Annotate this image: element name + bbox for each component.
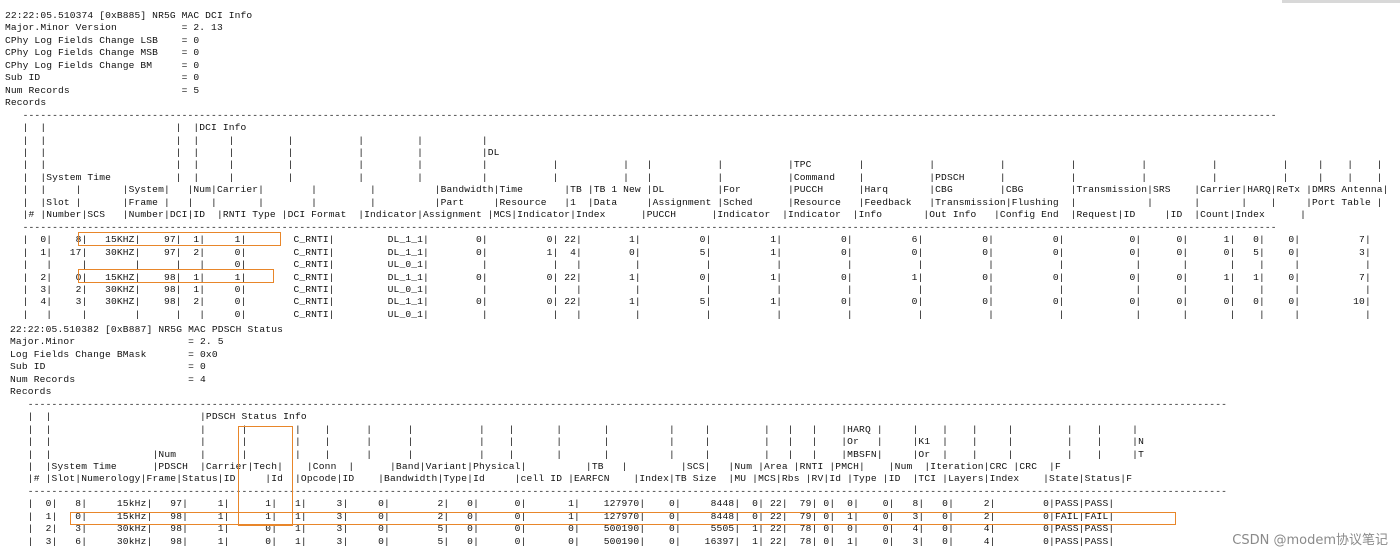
dci-line: Records	[5, 97, 47, 109]
dci-line: 22:22:05.510374 [0xB885] NR5G MAC DCI In…	[5, 10, 253, 21]
dci-line: | 4| 3| 30KHZ| 98| 2| 0| C_RNTI| DL_1_1|…	[5, 296, 1371, 308]
dci-line: | 1| 17| 30KHZ| 97| 2| 0| C_RNTI| DL_1_1…	[5, 246, 1371, 258]
pdsch-line: ----------------------------------------…	[10, 398, 1228, 410]
dci-line: ----------------------------------------…	[5, 109, 1277, 121]
pdsch-line: | 3| 6| 30kHz| 98| 1| 0| 1| 3| 0| 5| 0| …	[10, 535, 1115, 547]
dci-info-log: 22:22:05.510374 [0xB885] NR5G MAC DCI In…	[5, 10, 1389, 321]
pdsch-line: Log Fields Change BMask = 0x0	[10, 348, 218, 360]
pdsch-line: | 0| 8| 15kHz| 97| 1| 1| 1| 3| 0| 2| 0| …	[10, 498, 1115, 510]
dci-line: | |System Time | | | | | | | | | | | |Co…	[5, 171, 1383, 183]
pdsch-line: ----------------------------------------…	[10, 485, 1228, 497]
dci-line: | 2| 0| 15KHZ| 98| 1| 1| C_RNTI| DL_1_1|…	[5, 271, 1371, 283]
window-top-bar	[1282, 0, 1400, 3]
dci-line: CPhy Log Fields Change BM = 0	[5, 59, 200, 71]
dci-line: | | | |DCI Info	[5, 122, 247, 134]
dci-line: ----------------------------------------…	[5, 221, 1277, 233]
dci-line: | | | | | | 0| C_RNTI| UL_0_1| | | | | |…	[5, 259, 1371, 271]
pdsch-line: Sub ID = 0	[10, 361, 206, 373]
pdsch-line: 22:22:05.510382 [0xB887] NR5G MAC PDSCH …	[10, 324, 284, 335]
pdsch-line: |# |Slot|Numerology|Frame|Status|ID |Id …	[10, 473, 1133, 485]
dci-line: CPhy Log Fields Change MSB = 0	[5, 47, 200, 59]
pdsch-line: | | | | | | | | | | | | | | | | | |Or | …	[10, 436, 1145, 448]
dci-line: | | | | | | | | |	[5, 134, 488, 146]
pdsch-line: | 1| 0| 15kHz| 98| 1| 1| 1| 3| 0| 2| 0| …	[10, 510, 1115, 522]
pdsch-line: | | |PDSCH Status Info	[10, 411, 307, 423]
dci-line: | | | | | | | | |DL	[5, 146, 500, 158]
dci-line: | 0| 8| 15KHZ| 97| 1| 1| C_RNTI| DL_1_1|…	[5, 234, 1371, 246]
pdsch-status-log: 22:22:05.510382 [0xB887] NR5G MAC PDSCH …	[10, 324, 1227, 548]
watermark-text: CSDN @modem协议笔记	[1232, 533, 1388, 548]
dci-line: | | | | | | 0| C_RNTI| UL_0_1| | | | | |…	[5, 308, 1371, 320]
dci-line: Major.Minor Version = 2. 13	[5, 22, 223, 34]
pdsch-line: | |System Time |PDSCH |Carrier|Tech| |Co…	[10, 460, 1061, 472]
dci-line: | 3| 2| 30KHZ| 98| 1| 0| C_RNTI| UL_0_1|…	[5, 283, 1371, 295]
dci-line: | | | |System| |Num|Carrier| | | |Bandwi…	[5, 184, 1389, 196]
dci-line: | |Slot | |Frame | | | | | | |Part |Reso…	[5, 196, 1383, 208]
dci-line: Num Records = 5	[5, 84, 200, 96]
dci-line: | | | | | | | | | | | | | |TPC | | | | |	[5, 159, 1383, 171]
dci-line: Sub ID = 0	[5, 72, 200, 84]
dci-line: CPhy Log Fields Change LSB = 0	[5, 34, 200, 46]
pdsch-line: Major.Minor = 2. 5	[10, 336, 224, 348]
pdsch-line: | | |Num | | | | | | | | | | | | | | | |…	[10, 448, 1145, 460]
pdsch-line: | | | | | | | | | | | | | | | | | |HARQ …	[10, 423, 1139, 435]
pdsch-line: | 2| 3| 30kHz| 98| 1| 0| 1| 3| 0| 5| 0| …	[10, 523, 1115, 535]
pdsch-line: Records	[10, 386, 52, 398]
pdsch-line: Num Records = 4	[10, 373, 206, 385]
dci-line: |# |Number|SCS |Number|DCI|ID |RNTI Type…	[5, 209, 1307, 221]
